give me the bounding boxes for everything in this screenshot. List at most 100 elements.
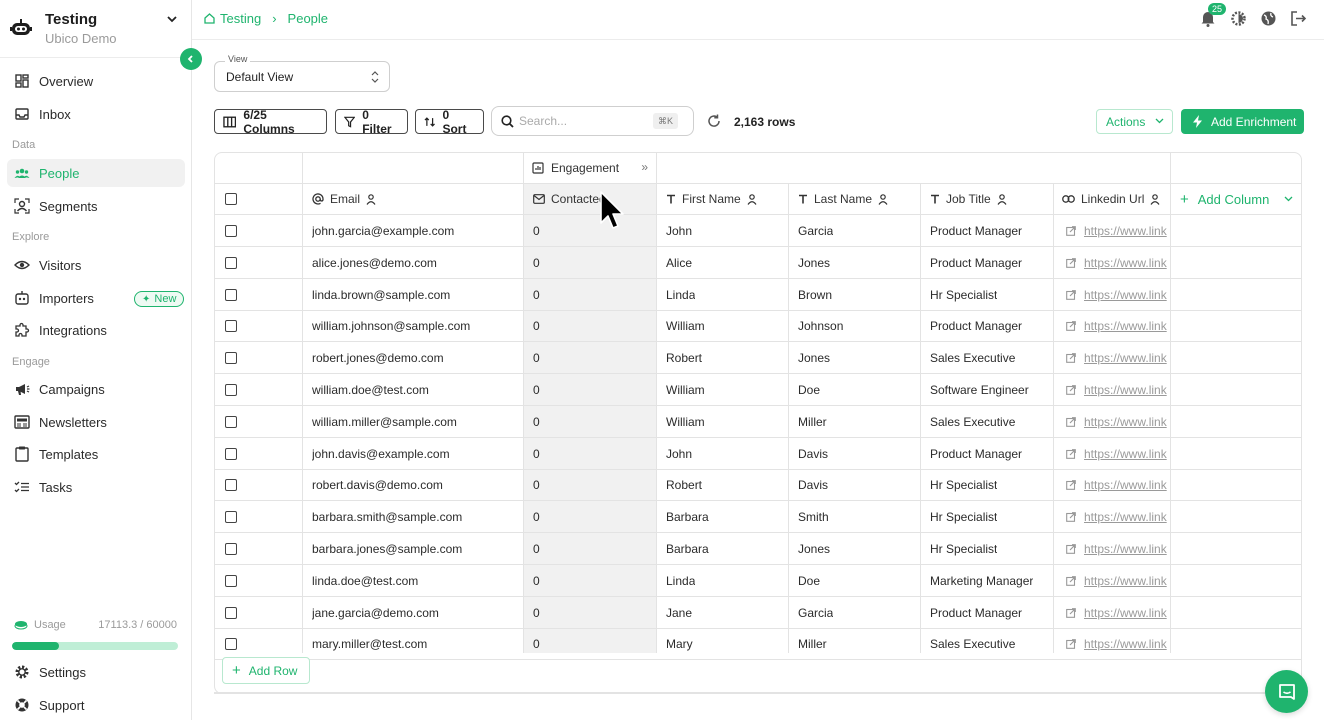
row-checkbox[interactable] xyxy=(225,320,237,333)
contacted-cell[interactable]: 0 xyxy=(533,628,540,660)
linkedin-link[interactable]: https://www.link xyxy=(1084,478,1167,492)
view-select[interactable]: View Default View xyxy=(214,54,390,92)
contacted-cell[interactable]: 0 xyxy=(533,438,540,470)
sidebar-item-overview[interactable]: Overview xyxy=(7,67,185,95)
email-cell[interactable]: mary.miller@test.com xyxy=(312,628,427,660)
linkedin-url-cell[interactable]: https://www.link xyxy=(1066,533,1169,565)
row-checkbox[interactable] xyxy=(225,256,237,269)
sidebar-item-inbox[interactable]: Inbox xyxy=(7,100,185,128)
notifications-button[interactable]: 25 xyxy=(1200,3,1227,28)
table-row[interactable]: robert.davis@demo.com 0 Robert Davis Hr Spec… xyxy=(215,469,1301,502)
job-title-cell[interactable]: Hr Specialist xyxy=(930,501,997,533)
last-name-cell[interactable]: Jones xyxy=(798,247,830,279)
column-header-linkedin-url[interactable]: Linkedin Url xyxy=(1062,184,1160,214)
last-name-cell[interactable]: Miller xyxy=(798,406,827,438)
row-checkbox-cell[interactable] xyxy=(225,310,237,342)
first-name-cell[interactable]: William xyxy=(666,310,705,342)
breadcrumb-people[interactable]: People xyxy=(288,11,328,26)
linkedin-link[interactable]: https://www.link xyxy=(1084,606,1167,620)
row-checkbox-cell[interactable] xyxy=(225,342,237,374)
row-checkbox-cell[interactable] xyxy=(225,628,237,660)
sidebar-item-templates[interactable]: Templates xyxy=(7,440,185,468)
sidebar-item-settings[interactable]: Settings xyxy=(7,658,185,686)
search-box[interactable]: ⌘K xyxy=(491,106,694,136)
linkedin-url-cell[interactable]: https://www.link xyxy=(1066,597,1169,629)
linkedin-url-cell[interactable]: https://www.link xyxy=(1066,438,1169,470)
linkedin-url-cell[interactable]: https://www.link xyxy=(1066,565,1169,597)
table-row[interactable]: william.johnson@sample.com 0 William Johnso… xyxy=(215,310,1301,343)
email-cell[interactable]: william.johnson@sample.com xyxy=(312,310,470,342)
linkedin-url-cell[interactable]: https://www.link xyxy=(1066,215,1169,247)
row-checkbox[interactable] xyxy=(225,225,237,237)
last-name-cell[interactable]: Davis xyxy=(798,469,828,501)
column-header-contacted[interactable]: Contacted xyxy=(533,184,606,214)
last-name-cell[interactable]: Johnson xyxy=(798,310,843,342)
column-header-last-name[interactable]: Last Name xyxy=(798,184,888,214)
language-button[interactable] xyxy=(1260,10,1278,28)
search-input[interactable] xyxy=(519,114,649,128)
filter-button[interactable]: 0 Filter xyxy=(335,108,408,136)
column-header-email[interactable]: Email xyxy=(312,184,376,214)
last-name-cell[interactable]: Brown xyxy=(798,279,832,311)
sort-button[interactable]: 0 Sort xyxy=(415,108,484,136)
linkedin-url-cell[interactable]: https://www.link xyxy=(1066,342,1169,374)
select-all-checkbox[interactable] xyxy=(225,193,237,205)
table-row[interactable]: mary.miller@test.com 0 Mary Miller Sales Exe… xyxy=(215,628,1301,661)
last-name-cell[interactable]: Doe xyxy=(798,565,820,597)
last-name-cell[interactable]: Jones xyxy=(798,342,830,374)
sidebar-item-support[interactable]: Support xyxy=(7,691,185,719)
table-row[interactable]: barbara.smith@sample.com 0 Barbara Smith Hr … xyxy=(215,501,1301,534)
linkedin-link[interactable]: https://www.link xyxy=(1084,224,1167,238)
engagement-group-header[interactable]: Engagement » xyxy=(524,153,656,183)
last-name-cell[interactable]: Garcia xyxy=(798,597,833,629)
row-checkbox[interactable] xyxy=(225,543,237,555)
linkedin-link[interactable]: https://www.link xyxy=(1084,447,1167,461)
email-cell[interactable]: linda.brown@sample.com xyxy=(312,279,450,311)
logout-button[interactable] xyxy=(1290,10,1308,28)
contacted-cell[interactable]: 0 xyxy=(533,342,540,374)
table-row[interactable]: john.davis@example.com 0 John Davis Product … xyxy=(215,438,1301,470)
first-name-cell[interactable]: Barbara xyxy=(666,533,709,565)
table-row[interactable]: robert.jones@demo.com 0 Robert Jones Sales E… xyxy=(215,342,1301,375)
breadcrumb-testing[interactable]: Testing xyxy=(220,11,261,26)
email-cell[interactable]: william.miller@sample.com xyxy=(312,406,457,438)
linkedin-link[interactable]: https://www.link xyxy=(1084,510,1167,524)
row-checkbox-cell[interactable] xyxy=(225,279,237,311)
linkedin-link[interactable]: https://www.link xyxy=(1084,256,1167,270)
first-name-cell[interactable]: John xyxy=(666,438,692,470)
sidebar-item-campaigns[interactable]: Campaigns xyxy=(7,375,185,403)
row-checkbox[interactable] xyxy=(225,606,237,619)
table-row[interactable]: alice.jones@demo.com 0 Alice Jones Product M… xyxy=(215,247,1301,279)
last-name-cell[interactable]: Jones xyxy=(798,533,830,565)
first-name-cell[interactable]: Mary xyxy=(666,628,693,660)
last-name-cell[interactable]: Miller xyxy=(798,628,827,660)
linkedin-link[interactable]: https://www.link xyxy=(1084,637,1167,651)
row-checkbox[interactable] xyxy=(225,479,237,492)
row-checkbox[interactable] xyxy=(225,511,237,524)
linkedin-url-cell[interactable]: https://www.link xyxy=(1066,469,1169,501)
add-row-button[interactable]: + Add Row xyxy=(222,657,310,684)
refresh-icon[interactable] xyxy=(707,114,721,128)
table-row[interactable]: linda.doe@test.com 0 Linda Doe Marketing Man… xyxy=(215,565,1301,597)
first-name-cell[interactable]: Alice xyxy=(666,247,692,279)
row-checkbox[interactable] xyxy=(225,447,237,460)
row-checkbox[interactable] xyxy=(225,384,237,396)
expand-group-icon[interactable]: » xyxy=(641,160,648,174)
first-name-cell[interactable]: John xyxy=(666,215,692,247)
row-checkbox-cell[interactable] xyxy=(225,374,237,406)
sidebar-item-tasks[interactable]: Tasks xyxy=(7,473,185,501)
row-checkbox-cell[interactable] xyxy=(225,597,237,629)
job-title-cell[interactable]: Marketing Manager xyxy=(930,565,1033,597)
columns-button[interactable]: 6/25 Columns xyxy=(214,108,327,136)
job-title-cell[interactable]: Hr Specialist xyxy=(930,279,997,311)
job-title-cell[interactable]: Product Manager xyxy=(930,310,1022,342)
contacted-cell[interactable]: 0 xyxy=(533,533,540,565)
linkedin-url-cell[interactable]: https://www.link xyxy=(1066,374,1169,406)
row-checkbox[interactable] xyxy=(225,415,237,428)
first-name-cell[interactable]: Linda xyxy=(666,565,695,597)
row-checkbox-cell[interactable] xyxy=(225,501,237,533)
table-row[interactable]: william.doe@test.com 0 William Doe Software … xyxy=(215,374,1301,406)
table-row[interactable]: linda.brown@sample.com 0 Linda Brown Hr Spec… xyxy=(215,279,1301,311)
sidebar-item-integrations[interactable]: Integrations xyxy=(7,316,185,344)
row-checkbox-cell[interactable] xyxy=(225,438,237,470)
